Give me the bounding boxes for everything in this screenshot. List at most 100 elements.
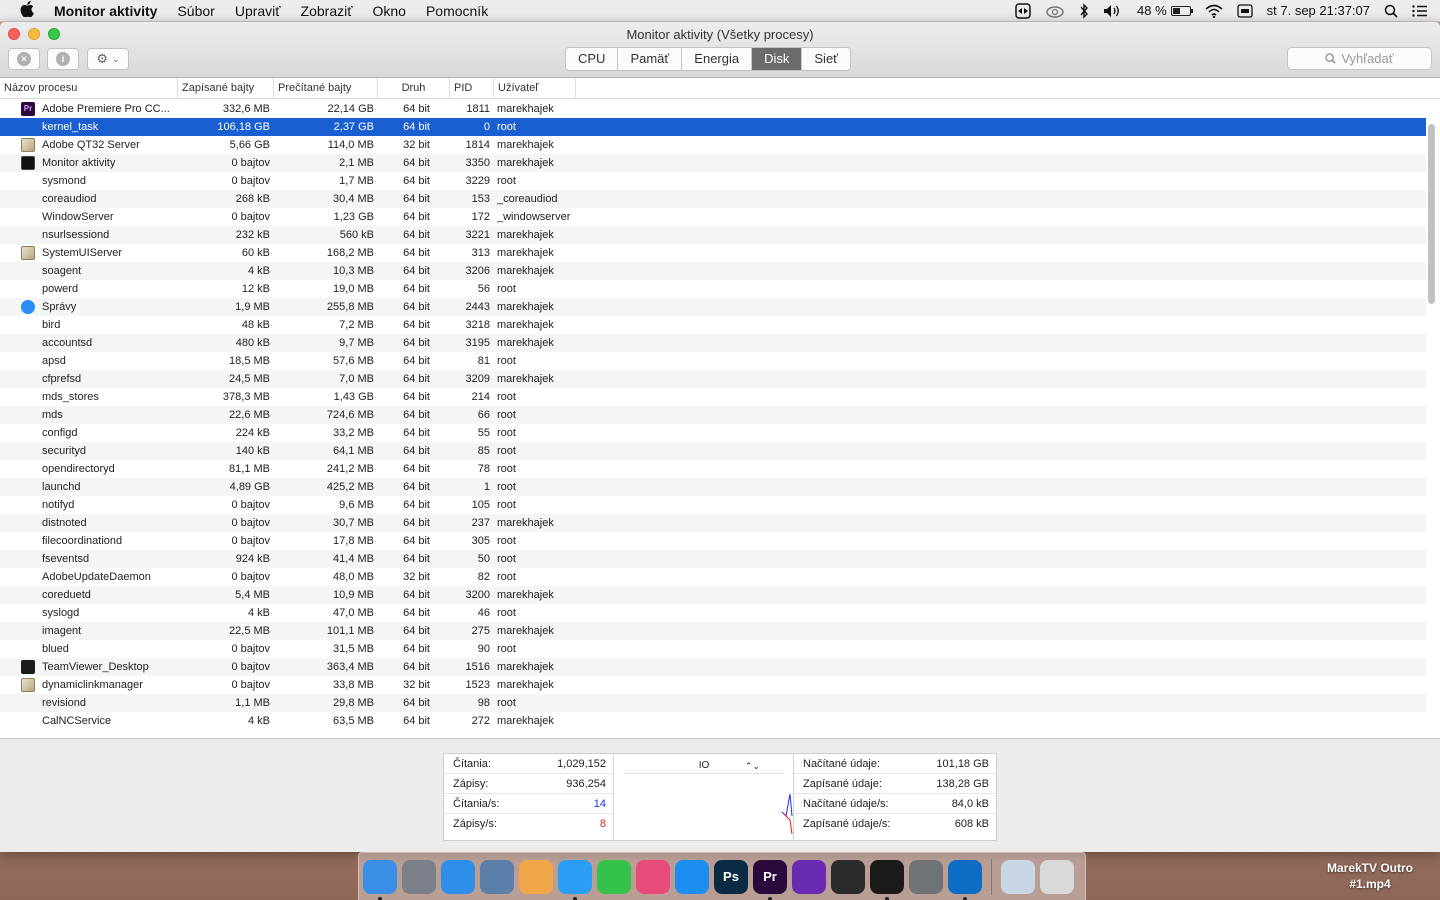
table-row[interactable]: filecoordinationd 0 bajtov 17,8 MB 64 bit 30… <box>0 532 1426 550</box>
table-row[interactable]: Pr Adobe Premiere Pro CC... 332,6 MB 22,14 … <box>0 100 1426 118</box>
table-row[interactable]: blued 0 bajtov 31,5 MB 64 bit 90 root <box>0 640 1426 658</box>
process-pid: 3195 <box>465 337 490 349</box>
table-row[interactable]: notifyd 0 bajtov 9,6 MB 64 bit 105 root <box>0 496 1426 514</box>
downloads-stack-icon[interactable] <box>1001 859 1035 894</box>
table-row[interactable]: fseventsd 924 kB 41,4 MB 64 bit 50 root <box>0 550 1426 568</box>
table-row[interactable]: cfprefsd 24,5 MB 7,0 MB 64 bit 3209 marekhaje… <box>0 370 1426 388</box>
table-row[interactable]: accountsd 480 kB 9,7 MB 64 bit 3195 marekhaje… <box>0 334 1426 352</box>
finder-icon[interactable] <box>363 859 397 900</box>
action-menu-button[interactable]: ⚙ ⌄ <box>87 48 129 70</box>
table-row[interactable]: kernel_task 106,18 GB 2,37 GB 64 bit 0 root <box>0 118 1426 136</box>
input-source-icon[interactable] <box>1230 3 1260 18</box>
teamviewer-icon <box>21 660 35 674</box>
table-row[interactable]: coreduetd 5,4 MB 10,9 MB 64 bit 3200 marekhaj… <box>0 586 1426 604</box>
process-pid: 272 <box>471 715 490 727</box>
itunes-icon[interactable] <box>636 859 670 894</box>
clock[interactable]: st 7. sep 21:37:07 <box>1260 3 1377 18</box>
premiere-icon[interactable]: Pr <box>753 859 787 900</box>
table-row[interactable]: Adobe QT32 Server 5,66 GB 114,0 MB 32 bit 18… <box>0 136 1426 154</box>
table-row[interactable]: mds_stores 378,3 MB 1,43 GB 64 bit 214 root <box>0 388 1426 406</box>
menu-window[interactable]: Okno <box>362 3 415 19</box>
obs-icon[interactable] <box>831 859 865 894</box>
menu-help[interactable]: Pomocník <box>416 3 498 19</box>
process-kind: 64 bit <box>403 211 430 223</box>
photos-icon[interactable] <box>519 859 553 894</box>
tab-memory[interactable]: Pamäť <box>618 48 683 70</box>
battery-status[interactable]: 48 % <box>1130 3 1198 18</box>
table-row[interactable]: dynamiclinkmanager 0 bajtov 33,8 MB 32 bit 1… <box>0 676 1426 694</box>
table-row[interactable]: sysmond 0 bajtov 1,7 MB 64 bit 3229 root <box>0 172 1426 190</box>
creative-cloud-icon[interactable] <box>1038 4 1072 18</box>
column-header-written[interactable]: Zapísané bajty <box>178 78 274 99</box>
menu-file[interactable]: Súbor <box>167 3 224 19</box>
column-header-read[interactable]: Prečítané bajty <box>274 78 378 99</box>
wifi-icon[interactable] <box>1198 4 1230 18</box>
search-field[interactable]: Vyhľadať <box>1287 47 1432 70</box>
preview-icon[interactable] <box>480 859 514 894</box>
notification-center-icon[interactable] <box>1405 4 1440 17</box>
column-header-user[interactable]: Užívateľ <box>494 78 576 99</box>
table-row[interactable]: distnoted 0 bajtov 30,7 MB 64 bit 237 marekha… <box>0 514 1426 532</box>
table-row[interactable]: WindowServer 0 bajtov 1,23 GB 64 bit 172 _win… <box>0 208 1426 226</box>
quit-process-button[interactable]: ✕ <box>8 48 40 70</box>
bytes-read: 10,9 MB <box>333 589 374 601</box>
table-row[interactable]: bird 48 kB 7,2 MB 64 bit 3218 marekhajek <box>0 316 1426 334</box>
imovie-icon[interactable] <box>792 859 826 894</box>
tab-disk[interactable]: Disk <box>752 48 803 70</box>
process-name: imagent <box>42 625 82 637</box>
column-header-pid[interactable]: PID <box>450 78 494 99</box>
table-row[interactable]: mds 22,6 MB 724,6 MB 64 bit 66 root <box>0 406 1426 424</box>
inspect-process-button[interactable]: i <box>47 48 79 70</box>
table-row[interactable]: Monitor aktivity 0 bajtov 2,1 MB 64 bit 3350… <box>0 154 1426 172</box>
apple-menu-icon[interactable] <box>0 0 54 21</box>
table-row[interactable]: configd 224 kB 33,2 MB 64 bit 55 root <box>0 424 1426 442</box>
table-row[interactable]: launchd 4,89 GB 425,2 MB 64 bit 1 root <box>0 478 1426 496</box>
table-row[interactable]: CalNCService 4 kB 63,5 MB 64 bit 272 marekhaj… <box>0 712 1426 730</box>
appstore-icon[interactable] <box>675 859 709 894</box>
system-preferences-icon[interactable] <box>909 859 943 894</box>
table-row[interactable]: opendirectoryd 81,1 MB 241,2 MB 64 bit 78 roo… <box>0 460 1426 478</box>
table-row[interactable]: soagent 4 kB 10,3 MB 64 bit 3206 marekhajek <box>0 262 1426 280</box>
activity-monitor-icon[interactable] <box>870 859 904 900</box>
menu-app-name[interactable]: Monitor aktivity <box>54 3 167 19</box>
process-pid: 153 <box>471 193 490 205</box>
table-row[interactable]: SystemUIServer 60 kB 168,2 MB 64 bit 313 mare… <box>0 244 1426 262</box>
messages-icon[interactable] <box>558 859 592 900</box>
menu-edit[interactable]: Upraviť <box>225 3 291 19</box>
trash-icon[interactable] <box>1040 859 1074 894</box>
teamviewer-icon[interactable] <box>948 859 982 900</box>
table-row[interactable]: syslogd 4 kB 47,0 MB 64 bit 46 root <box>0 604 1426 622</box>
tab-energy[interactable]: Energia <box>682 48 753 70</box>
teamviewer-status-icon[interactable] <box>1008 2 1038 19</box>
safari-icon[interactable] <box>441 859 475 894</box>
desktop-file[interactable]: MarekTV Outro #1.mp4 <box>1300 860 1440 892</box>
process-pid: 305 <box>471 535 490 547</box>
table-row[interactable]: revisiond 1,1 MB 29,8 MB 64 bit 98 root <box>0 694 1426 712</box>
scrollbar-thumb[interactable] <box>1428 124 1435 304</box>
table-row[interactable]: Správy 1,9 MB 255,8 MB 64 bit 2443 marekhajek <box>0 298 1426 316</box>
table-row[interactable]: TeamViewer_Desktop 0 bajtov 363,4 MB 64 bit… <box>0 658 1426 676</box>
process-user: root <box>497 355 516 367</box>
process-user: marekhajek <box>497 679 554 691</box>
tab-cpu[interactable]: CPU <box>566 48 619 70</box>
menu-view[interactable]: Zobraziť <box>291 3 363 19</box>
graph-mode-select[interactable]: IO ⌃⌄ <box>624 758 784 774</box>
table-row[interactable]: securityd 140 kB 64,1 MB 64 bit 85 root <box>0 442 1426 460</box>
spotlight-icon[interactable] <box>1377 4 1405 18</box>
photoshop-icon[interactable]: Ps <box>714 859 748 894</box>
column-header-name[interactable]: Názov procesu <box>0 78 178 99</box>
table-scrollbar[interactable] <box>1428 100 1436 737</box>
table-row[interactable]: coreaudiod 268 kB 30,4 MB 64 bit 153 _coreaud… <box>0 190 1426 208</box>
tab-network[interactable]: Sieť <box>802 48 850 70</box>
volume-icon[interactable] <box>1096 4 1130 18</box>
facetime-icon[interactable] <box>597 859 631 894</box>
table-row[interactable]: imagent 22,5 MB 101,1 MB 64 bit 275 marekhaje… <box>0 622 1426 640</box>
table-row[interactable]: powerd 12 kB 19,0 MB 64 bit 56 root <box>0 280 1426 298</box>
bluetooth-icon[interactable] <box>1072 2 1096 19</box>
table-row[interactable]: apsd 18,5 MB 57,6 MB 64 bit 81 root <box>0 352 1426 370</box>
table-row[interactable]: nsurlsessiond 232 kB 560 kB 64 bit 3221 marek… <box>0 226 1426 244</box>
process-pid: 50 <box>477 553 490 565</box>
table-row[interactable]: AdobeUpdateDaemon 0 bajtov 48,0 MB 32 bit 82… <box>0 568 1426 586</box>
column-header-kind[interactable]: Druh <box>378 78 450 99</box>
launchpad-icon[interactable] <box>402 859 436 894</box>
